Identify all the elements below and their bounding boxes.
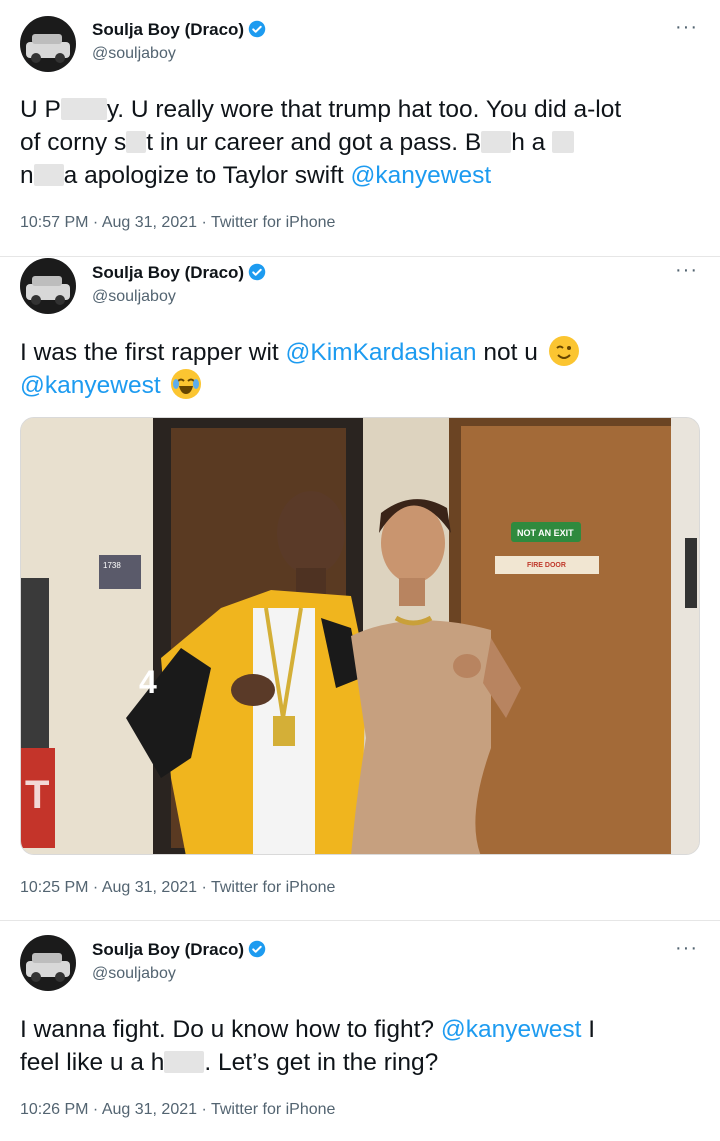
fire-door-sign: FIRE DOOR [527,562,566,569]
tweet-3[interactable]: Soulja Boy (Draco) @souljaboy ··· I wann… [0,920,720,1141]
avatar[interactable] [20,16,76,72]
more-options-icon[interactable]: ··· [675,17,698,37]
censor-block [481,131,512,153]
more-options-icon[interactable]: ··· [675,260,698,280]
display-name[interactable]: Soulja Boy (Draco) [92,263,266,286]
tears-of-joy-emoji-icon [171,369,202,399]
handle[interactable]: @souljaboy [92,965,176,983]
svg-text:T: T [25,773,49,817]
mention-link[interactable]: @kanyewest [20,372,161,399]
censor-block [126,131,147,153]
handle[interactable]: @souljaboy [92,288,176,306]
more-options-icon[interactable]: ··· [675,938,698,958]
room-number-sign: 1738 [103,561,121,570]
verified-badge-icon [248,20,266,43]
tweet-text: I was the first rapper wit @KimKardashia… [20,336,700,402]
jacket-number: 4 [139,664,157,700]
tweet-meta[interactable]: 10:26 PM · Aug 31, 2021 · Twitter for iP… [20,1101,335,1119]
winking-face-emoji-icon [548,336,579,366]
verified-badge-icon [248,940,266,963]
tweet-meta[interactable]: 10:25 PM · Aug 31, 2021 · Twitter for iP… [20,879,335,897]
tweet-text: U Py. U really wore that trump hat too. … [20,96,622,189]
mention-link[interactable]: @KimKardashian [286,339,477,366]
censor-block [164,1051,205,1073]
avatar[interactable] [20,935,76,991]
tweet-text: I wanna fight. Do u know how to fight? @… [20,1016,596,1076]
tweet-photo[interactable]: T 1738 NOT AN EXIT FIRE DOOR 4 [20,417,700,855]
exit-sign: NOT AN EXIT [517,528,574,538]
verified-badge-icon [248,263,266,286]
censor-block [33,164,64,186]
censor-block [552,131,575,153]
tweet-meta[interactable]: 10:57 PM · Aug 31, 2021 · Twitter for iP… [20,214,335,232]
censor-block [60,98,107,120]
tweet-2[interactable]: Soulja Boy (Draco) @souljaboy ··· I was … [0,256,720,920]
avatar[interactable] [20,258,76,314]
mention-link[interactable]: @kanyewest [351,162,492,189]
display-name[interactable]: Soulja Boy (Draco) [92,20,266,43]
display-name[interactable]: Soulja Boy (Draco) [92,940,266,963]
mention-link[interactable]: @kanyewest [441,1016,582,1043]
handle[interactable]: @souljaboy [92,45,176,63]
tweet-1[interactable]: Soulja Boy (Draco) @souljaboy ··· U Py. … [0,0,720,256]
